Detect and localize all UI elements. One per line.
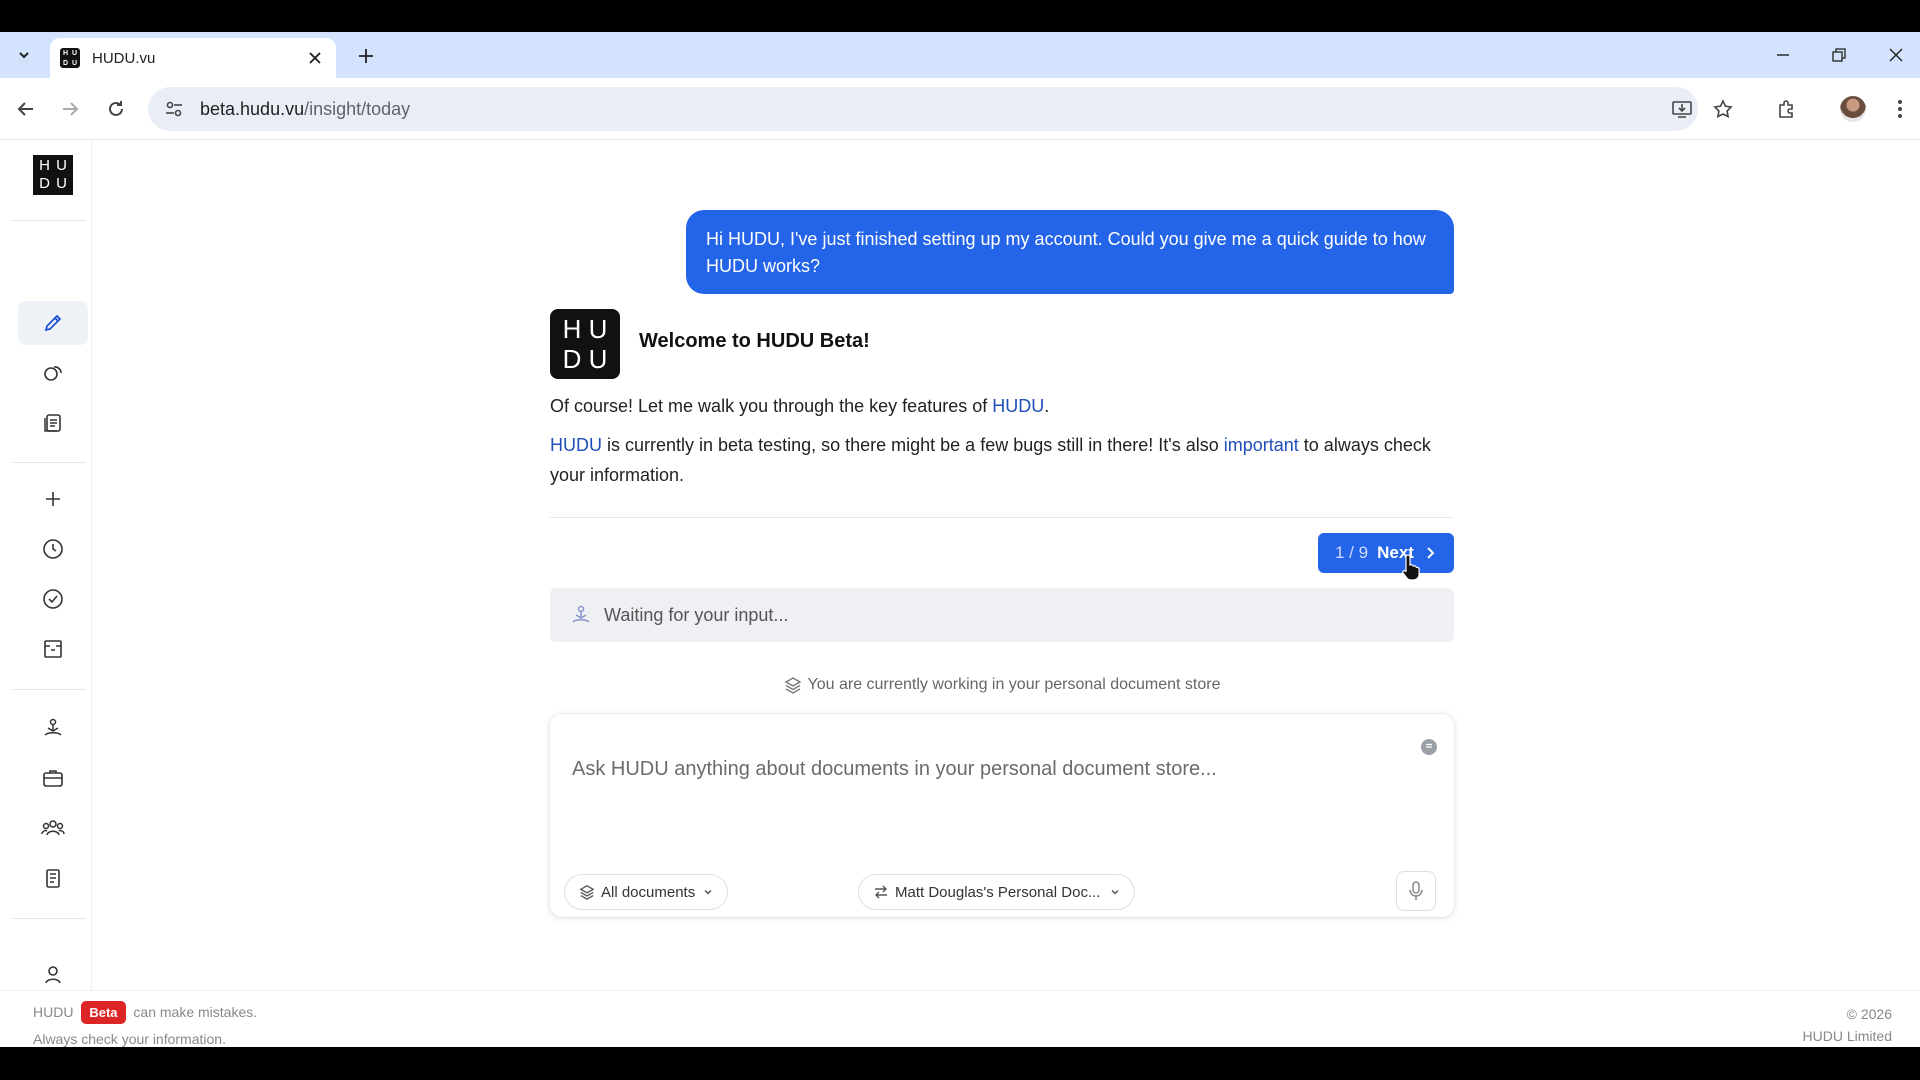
hudu-logo[interactable]: HUDU <box>33 155 73 195</box>
user-message-bubble: Hi HUDU, I've just finished setting up m… <box>686 210 1454 294</box>
screen: HUDU HUDU.vu beta.hudu.vu/insight/today … <box>0 0 1920 1080</box>
briefcase-icon <box>43 770 63 787</box>
chevron-down-icon <box>1111 889 1119 895</box>
puzzle-icon <box>1779 100 1793 118</box>
team-icon <box>41 820 65 836</box>
documents-icon <box>44 414 61 432</box>
document-store-note: You are currently working in your person… <box>550 676 1454 694</box>
footer-check-note: Always check your information. <box>33 1031 226 1047</box>
page-footer: HUDU Beta can make mistakes. Always chec… <box>0 990 1920 1047</box>
message-divider <box>550 517 1454 518</box>
browser-window: HUDU HUDU.vu beta.hudu.vu/insight/today … <box>0 32 1920 1047</box>
sidebar-item-documents[interactable] <box>18 401 88 445</box>
sidebar-item-tasks[interactable] <box>18 577 88 621</box>
message-composer: All documents Matt Douglas's Personal Do… <box>550 714 1454 917</box>
restore-button[interactable] <box>1819 40 1859 70</box>
back-button[interactable] <box>10 93 42 125</box>
main-content: Hi HUDU, I've just finished setting up m… <box>92 140 1920 1022</box>
layers-icon <box>579 884 595 900</box>
meditation-icon <box>570 604 592 626</box>
document-store-selector[interactable]: Matt Douglas's Personal Doc... <box>858 874 1136 910</box>
plus-icon <box>359 49 373 63</box>
chevron-down-icon <box>19 52 29 59</box>
microphone-icon <box>1409 881 1423 900</box>
assistant-avatar: HUDU <box>550 309 620 379</box>
extensions-button[interactable] <box>1771 93 1803 125</box>
arrow-right-icon <box>63 102 79 116</box>
waiting-status: Waiting for your input... <box>550 588 1454 642</box>
star-icon <box>1713 99 1733 119</box>
chat-bubbles-icon <box>44 366 62 381</box>
assistant-title: Welcome to HUDU Beta! <box>639 330 870 352</box>
sidebar-item-archive[interactable] <box>18 627 88 671</box>
arrow-left-icon <box>17 102 33 116</box>
hudu-favicon-icon: HUDU <box>60 48 80 68</box>
assistant-paragraph-intro: Of course! Let me walk you through the k… <box>550 396 1050 416</box>
close-icon <box>1889 48 1903 62</box>
sidebar-item-history[interactable] <box>18 527 88 571</box>
sidebar-divider <box>12 462 86 463</box>
layers-icon <box>784 676 802 694</box>
browser-tab[interactable]: HUDU HUDU.vu <box>50 38 336 78</box>
sidebar-item-workspace[interactable] <box>18 756 88 800</box>
documents-filter-dropdown[interactable]: All documents <box>564 874 729 910</box>
sidebar-item-chats[interactable] <box>18 351 88 395</box>
close-icon <box>309 52 321 64</box>
microphone-button[interactable] <box>1396 871 1436 911</box>
footer-disclaimer: HUDU Beta can make mistakes. <box>33 1001 257 1024</box>
user-icon <box>45 966 61 984</box>
close-window-button[interactable] <box>1876 40 1916 70</box>
sidebar-divider <box>12 918 86 919</box>
reload-icon <box>109 101 123 116</box>
install-app-icon[interactable] <box>1670 97 1694 121</box>
meditation-icon <box>44 718 62 736</box>
footer-copyright: © 2026 HUDU Limited <box>1802 1006 1892 1044</box>
sidebar: HUDU <box>0 140 92 1022</box>
clipboard-icon <box>46 869 60 888</box>
sidebar-divider <box>12 220 86 221</box>
minimize-icon <box>1777 54 1789 56</box>
waiting-text: Waiting for your input... <box>604 604 789 625</box>
next-step-button[interactable]: 1 / 9 Next <box>1318 533 1454 573</box>
beta-badge: Beta <box>81 1001 126 1024</box>
kebab-menu-icon <box>1898 100 1902 118</box>
new-tab-button[interactable] <box>352 42 380 70</box>
browser-toolbar: beta.hudu.vu/insight/today <box>0 78 1920 140</box>
minimize-button[interactable] <box>1763 40 1803 70</box>
site-settings-icon[interactable] <box>162 97 186 121</box>
sidebar-item-agents[interactable] <box>18 706 88 750</box>
page: HUDU Hi HUDU, I've just finished setting… <box>0 140 1920 1047</box>
tab-search-button[interactable] <box>10 41 38 69</box>
sidebar-item-team[interactable] <box>18 806 88 850</box>
chevron-right-icon <box>1427 547 1435 559</box>
clock-icon <box>43 539 63 559</box>
tab-title: HUDU.vu <box>92 49 156 67</box>
assistant-paragraph-beta: HUDU is currently in beta testing, so th… <box>550 435 1431 485</box>
address-bar[interactable]: beta.hudu.vu/insight/today <box>148 87 1698 131</box>
sidebar-item-compose[interactable] <box>18 301 88 345</box>
chevron-down-icon <box>704 889 712 895</box>
step-counter: 1 / 9 <box>1335 543 1369 562</box>
sidebar-item-reports[interactable] <box>18 856 88 900</box>
sidebar-item-new[interactable] <box>18 477 88 521</box>
chat-bubble-icon[interactable] <box>1418 736 1440 758</box>
tab-close-button[interactable] <box>304 47 326 69</box>
url-text: beta.hudu.vu/insight/today <box>200 98 411 119</box>
restore-icon <box>1832 48 1846 62</box>
tab-strip: HUDU HUDU.vu <box>0 32 1920 78</box>
reload-button[interactable] <box>100 93 132 125</box>
sidebar-divider <box>12 689 86 690</box>
forward-button[interactable] <box>54 93 86 125</box>
profile-avatar[interactable] <box>1840 96 1866 122</box>
bookmark-star-button[interactable] <box>1707 93 1739 125</box>
ask-input[interactable] <box>572 758 1392 781</box>
swap-icon <box>873 884 889 900</box>
browser-menu-button[interactable] <box>1884 93 1916 125</box>
check-circle-icon <box>43 589 63 609</box>
plus-icon <box>46 492 60 506</box>
mouse-pointer-icon <box>1402 554 1420 581</box>
archive-icon <box>44 640 62 658</box>
pencil-icon <box>44 314 62 332</box>
